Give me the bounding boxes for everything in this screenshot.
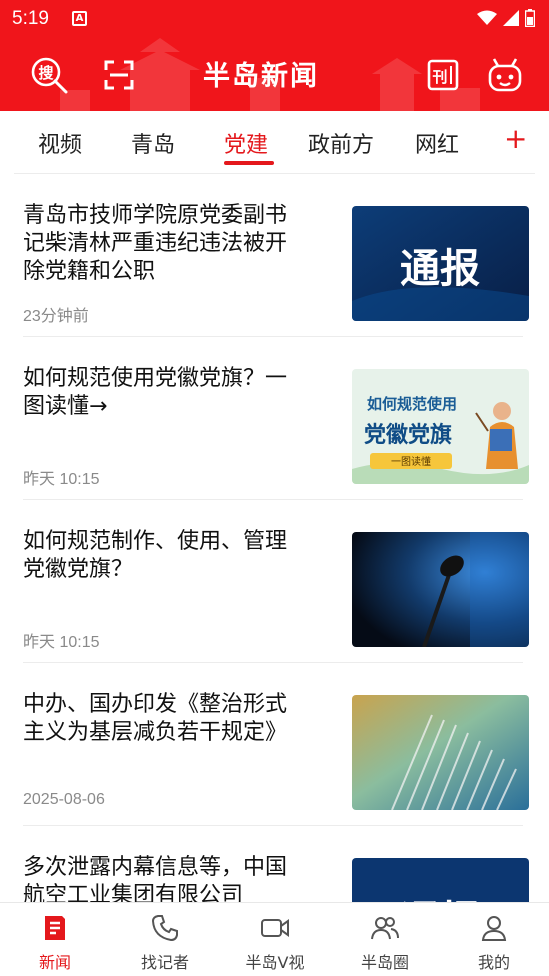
tab-video[interactable]: 视频 xyxy=(38,127,82,159)
notice-thumbnail-image: 通报 xyxy=(352,206,529,321)
robot-assistant-button[interactable] xyxy=(486,56,524,94)
news-thumbnail xyxy=(352,695,529,810)
tab-qingdao[interactable]: 青岛 xyxy=(131,127,175,159)
battery-icon xyxy=(525,9,535,27)
news-time: 2025-08-06 xyxy=(23,791,105,808)
news-title: 青岛市技师学院原党委副书记柴清林严重违纪违法被开除党籍和公职 xyxy=(23,203,288,284)
tab-influencer[interactable]: 网红 xyxy=(415,127,459,159)
newspaper-icon-glyph: 刊 xyxy=(432,68,447,86)
news-title: 如何规范使用党徽党旗？一图读懂→ xyxy=(23,366,288,419)
news-thumbnail: 通报 xyxy=(352,206,529,321)
newspaper-icon: 刊 xyxy=(427,59,459,91)
bottom-navigation: 新闻 找记者 半岛V视 半岛圈 我的 xyxy=(0,902,549,976)
scan-icon xyxy=(104,60,134,90)
person-icon xyxy=(481,916,507,941)
newspaper-button[interactable]: 刊 xyxy=(424,56,462,94)
news-item[interactable]: 青岛市技师学院原党委副书记柴清林严重违纪违法被开除党籍和公职 23分钟前 通报 xyxy=(0,174,549,337)
channel-tabs: 视频 青岛 党建 政前方 网红 + xyxy=(0,111,549,173)
infographic-line1: 如何规范使用 xyxy=(367,395,457,413)
wifi-icon xyxy=(477,10,497,25)
nav-bandao-video[interactable]: 半岛V视 xyxy=(220,903,330,976)
nav-find-reporter[interactable]: 找记者 xyxy=(110,903,220,976)
news-thumbnail: 如何规范使用 党徽党旗 一图读懂 xyxy=(352,369,529,484)
news-time: 昨天 10:15 xyxy=(23,471,100,488)
news-time: 昨天 10:15 xyxy=(23,634,100,651)
phone-icon xyxy=(151,915,178,942)
nav-news-label: 新闻 xyxy=(38,953,71,972)
app-logo: 半岛新闻 xyxy=(203,61,319,92)
infographic-line3: 一图读懂 xyxy=(391,455,431,468)
news-thumbnail xyxy=(352,532,529,647)
news-list: 青岛市技师学院原党委副书记柴清林严重违纪违法被开除党籍和公职 23分钟前 通报 xyxy=(0,174,549,902)
infographic-line2: 党徽党旗 xyxy=(364,422,452,448)
status-icons xyxy=(477,9,535,27)
news-title: 多次泄露内幕信息等，中国航空工业集团有限公司 xyxy=(23,855,288,902)
news-item[interactable]: 如何规范使用党徽党旗？一图读懂→ 昨天 10:15 如何规范使用 党徽党旗 一图… xyxy=(0,337,549,500)
nav-bandao-circle-label: 半岛圈 xyxy=(360,953,409,972)
microphone-thumbnail-image xyxy=(352,532,529,647)
notice-thumbnail-text: 通报 xyxy=(400,245,480,292)
robot-icon xyxy=(488,58,522,92)
news-time: 23分钟前 xyxy=(23,308,89,325)
search-button[interactable]: 搜 xyxy=(30,56,68,94)
active-tab-indicator xyxy=(224,161,274,165)
infographic-thumbnail-image: 如何规范使用 党徽党旗 一图读懂 xyxy=(352,369,529,484)
news-item[interactable]: 多次泄露内幕信息等，中国航空工业集团有限公司 通报 xyxy=(0,826,549,902)
news-title: 中办、国办印发《整治形式主义为基层减负若干规定》 xyxy=(23,692,288,745)
nav-mine-label: 我的 xyxy=(477,953,510,972)
books-thumbnail-image xyxy=(352,695,529,810)
nav-news[interactable]: 新闻 xyxy=(0,903,110,976)
tab-party-building[interactable]: 党建 xyxy=(224,127,268,159)
people-icon xyxy=(371,917,399,940)
news-thumbnail: 通报 xyxy=(352,858,529,902)
news-item[interactable]: 如何规范制作、使用、管理党徽党旗？ 昨天 10:15 xyxy=(0,500,549,663)
news-item[interactable]: 中办、国办印发《整治形式主义为基层减负若干规定》 2025-08-06 xyxy=(0,663,549,826)
news-title: 如何规范制作、使用、管理党徽党旗？ xyxy=(23,529,288,582)
search-icon: 搜 xyxy=(31,57,68,94)
status-time: 5:19 xyxy=(12,8,49,29)
nav-mine[interactable]: 我的 xyxy=(439,903,549,976)
nav-bandao-circle[interactable]: 半岛圈 xyxy=(330,903,440,976)
app-screen: 5:19 A 搜 半岛新闻 刊 视频 青岛 党建 政前方 网红 + 青岛市技师学… xyxy=(0,0,549,976)
scan-button[interactable] xyxy=(100,56,138,94)
signal-icon xyxy=(503,10,519,26)
search-icon-glyph: 搜 xyxy=(38,64,54,82)
tab-politics[interactable]: 政前方 xyxy=(308,127,374,159)
status-bar: 5:19 A xyxy=(0,0,549,38)
video-camera-icon xyxy=(261,919,289,937)
news-icon xyxy=(45,916,65,940)
nav-bandao-video-label: 半岛V视 xyxy=(245,953,305,972)
add-channel-button[interactable]: + xyxy=(504,125,527,153)
nav-find-reporter-label: 找记者 xyxy=(140,953,189,972)
app-header: 搜 半岛新闻 刊 xyxy=(0,38,549,111)
app-notification-icon: A xyxy=(72,11,87,26)
notice-thumbnail-image: 通报 xyxy=(352,858,529,902)
